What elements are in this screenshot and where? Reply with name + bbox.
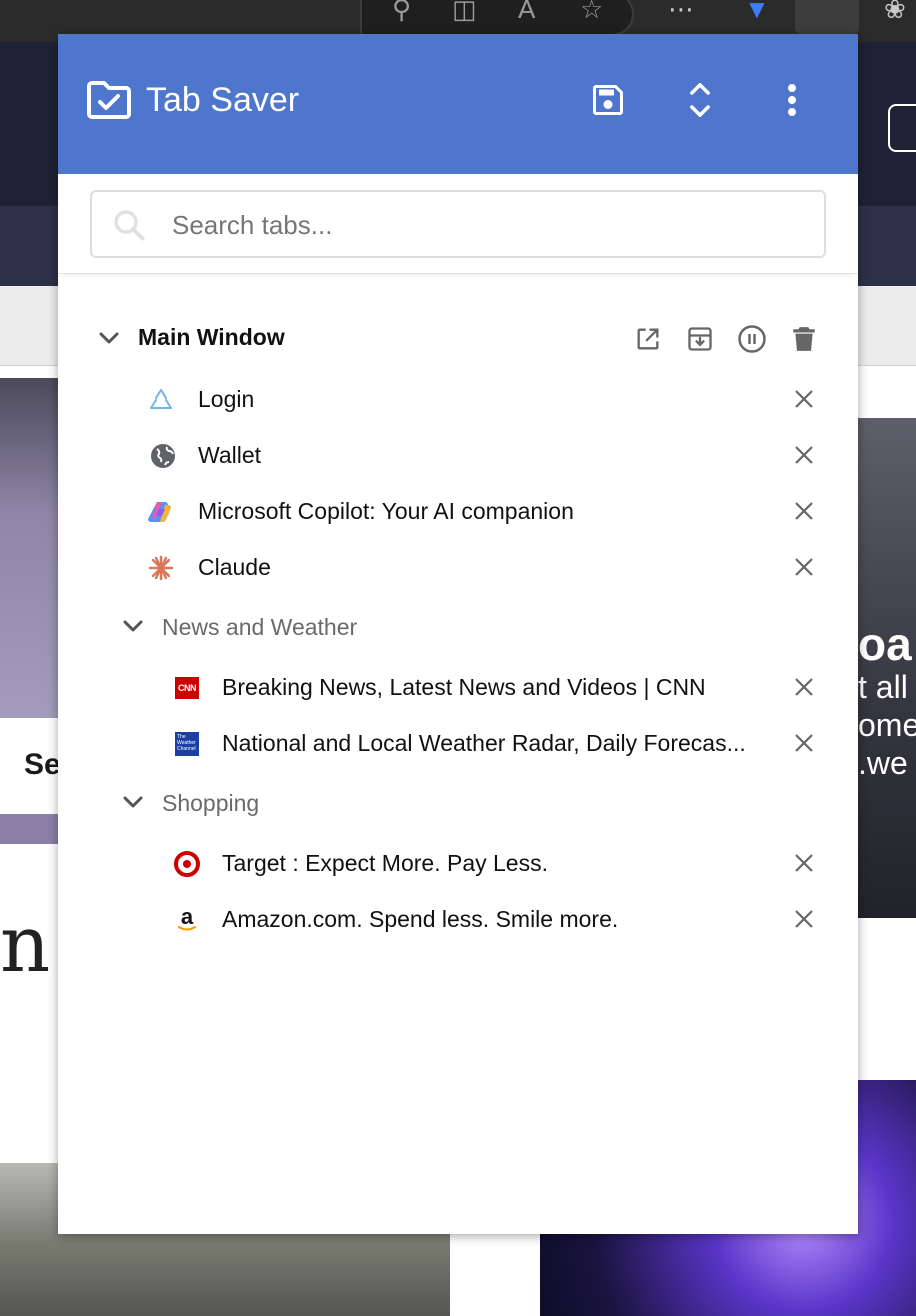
- group-title: Shopping: [162, 790, 260, 816]
- search-input[interactable]: [172, 206, 792, 244]
- amazon-smile-icon: [178, 926, 196, 931]
- tab-title[interactable]: Breaking News, Latest News and Videos | …: [222, 674, 706, 701]
- close-tab-button[interactable]: [790, 553, 818, 581]
- claude-icon: [148, 555, 174, 581]
- recycle-icon: [148, 387, 174, 413]
- tab-title[interactable]: Claude: [198, 554, 271, 581]
- open-window-button[interactable]: [633, 324, 663, 354]
- chevron-down-icon[interactable]: [120, 789, 146, 815]
- search-icon: [114, 210, 145, 241]
- popup-header: Tab Saver: [58, 34, 858, 174]
- close-icon: [795, 502, 813, 520]
- copilot-icon: [148, 499, 174, 525]
- close-tab-button[interactable]: [790, 905, 818, 933]
- read-aloud-icon[interactable]: A: [518, 0, 535, 24]
- tab-row[interactable]: The Weather Channel National and Local W…: [58, 720, 858, 764]
- archive-window-button[interactable]: [685, 324, 715, 354]
- open-external-icon: [637, 328, 659, 350]
- close-icon: [795, 854, 813, 872]
- avatar[interactable]: [888, 104, 916, 152]
- weather-channel-icon: The Weather Channel: [174, 731, 200, 757]
- hero-line: .we c: [858, 745, 916, 781]
- save-icon: [593, 85, 623, 115]
- background-article-image: [0, 378, 58, 718]
- window-header[interactable]: Main Window: [58, 316, 858, 360]
- group-title: News and Weather: [162, 614, 358, 640]
- expand-collapse-button[interactable]: [678, 78, 722, 122]
- tab-row[interactable]: Target : Expect More. Pay Less.: [58, 840, 858, 884]
- tab-row[interactable]: CNN Breaking News, Latest News and Video…: [58, 664, 858, 708]
- delete-window-button[interactable]: [789, 324, 819, 354]
- delete-icon: [793, 327, 815, 351]
- tab-title[interactable]: Target : Expect More. Pay Less.: [222, 850, 548, 877]
- close-tab-button[interactable]: [790, 849, 818, 877]
- tab-title[interactable]: Microsoft Copilot: Your AI companion: [198, 498, 574, 525]
- cnn-icon-text: CNN: [175, 677, 199, 699]
- tab-title[interactable]: Amazon.com. Spend less. Smile more.: [222, 906, 618, 933]
- tab-title[interactable]: Wallet: [198, 442, 261, 469]
- close-tab-button[interactable]: [790, 673, 818, 701]
- chevron-down-icon[interactable]: [96, 325, 122, 351]
- expand-collapse-icon: [690, 83, 710, 117]
- folder-check-icon: [87, 81, 131, 119]
- more-options-button[interactable]: [770, 78, 814, 122]
- tab-row[interactable]: a Amazon.com. Spend less. Smile more.: [58, 896, 858, 940]
- archive-icon: [688, 327, 712, 351]
- tab-saver-popup: Tab Saver Search tabs... Main Window Log…: [58, 34, 858, 1234]
- background-card-text: Se: [24, 748, 61, 781]
- close-tab-button[interactable]: [790, 497, 818, 525]
- extension-pin-icon[interactable]: ▼: [744, 0, 770, 24]
- cnn-icon: CNN: [174, 675, 200, 701]
- close-icon: [795, 910, 813, 928]
- extension-dots-icon[interactable]: ⋯: [668, 0, 694, 24]
- tab-row[interactable]: Login: [58, 376, 858, 420]
- amazon-icon-letter: a: [180, 904, 194, 929]
- pause-window-button[interactable]: [737, 324, 767, 354]
- tab-group-header[interactable]: News and Weather: [58, 604, 858, 648]
- app-title: Tab Saver: [146, 81, 300, 119]
- close-icon: [795, 558, 813, 576]
- globe-icon: [150, 443, 176, 469]
- more-vert-icon: [788, 84, 796, 116]
- background-hero-text: oa t all y ome .we c: [858, 620, 916, 782]
- close-icon: [795, 734, 813, 752]
- hero-line: ome: [858, 707, 916, 743]
- tab-row[interactable]: Wallet: [58, 432, 858, 476]
- pause-icon: [738, 325, 766, 353]
- hero-line: oa: [858, 620, 912, 670]
- close-tab-button[interactable]: [790, 441, 818, 469]
- close-tab-button[interactable]: [790, 729, 818, 757]
- search-box[interactable]: [90, 190, 826, 258]
- location-icon[interactable]: ⚲: [392, 0, 411, 24]
- tab-row[interactable]: Claude: [58, 544, 858, 588]
- hero-line: t all y: [858, 669, 916, 705]
- background-strip: [0, 814, 58, 844]
- split-screen-icon[interactable]: ◫: [452, 0, 477, 24]
- close-icon: [795, 678, 813, 696]
- save-button[interactable]: [586, 78, 630, 122]
- search-area: [58, 174, 858, 274]
- window-title: Main Window: [138, 324, 285, 350]
- extensions-puzzle-icon[interactable]: ❀: [884, 0, 906, 24]
- amazon-icon: a: [174, 904, 200, 933]
- tab-title[interactable]: National and Local Weather Radar, Daily …: [222, 730, 746, 757]
- chevron-down-icon[interactable]: [120, 613, 146, 639]
- tab-saver-extension-button[interactable]: [795, 0, 859, 34]
- close-icon: [795, 390, 813, 408]
- target-icon: [174, 851, 200, 877]
- tab-group-header[interactable]: Shopping: [58, 780, 858, 824]
- close-tab-button[interactable]: [790, 385, 818, 413]
- favorite-star-icon[interactable]: ☆: [580, 0, 603, 24]
- tab-row[interactable]: Microsoft Copilot: Your AI companion: [58, 488, 858, 532]
- weather-icon-text: The Weather Channel: [175, 732, 199, 756]
- close-icon: [795, 446, 813, 464]
- tab-title[interactable]: Login: [198, 386, 254, 413]
